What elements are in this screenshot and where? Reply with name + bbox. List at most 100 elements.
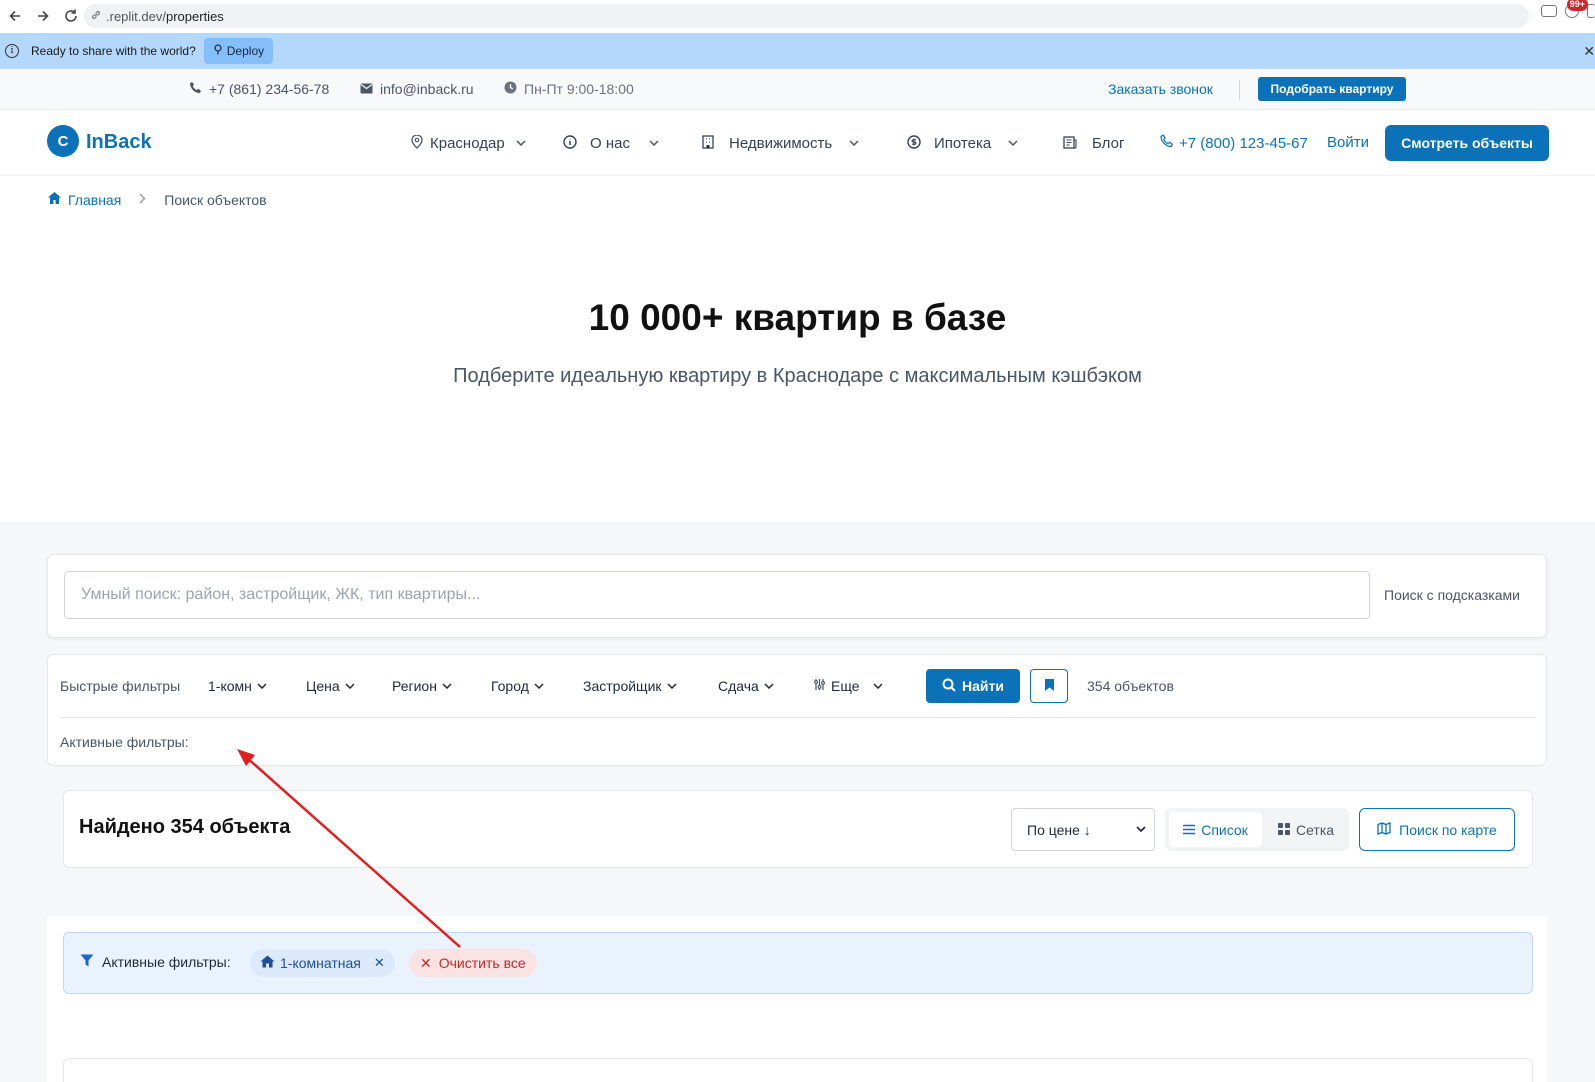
view-grid-label: Сетка [1295,821,1335,838]
nav-about-label: О нас [590,135,630,152]
info-icon [563,135,577,152]
filter-rooms-dropdown[interactable]: 1-комн [208,669,267,703]
nav-about[interactable]: О нас [563,135,659,152]
smart-search-input[interactable]: Умный поиск: район, застройщик, ЖК, тип … [64,571,1370,619]
filter-region-dropdown[interactable]: Регион [392,669,452,703]
filter-more-label: Еще [831,678,860,694]
chevron-down-icon [849,138,859,149]
smart-search-card: Умный поиск: район, застройщик, ЖК, тип … [47,554,1547,638]
chevron-down-icon [516,138,526,149]
topbar-email[interactable]: info@inback.ru [360,81,474,97]
close-icon[interactable]: ✕ [1583,43,1595,60]
active-filters-label: Активные фильтры: [60,734,189,750]
clear-all-label: Очистить все [438,955,526,971]
dollar-icon [907,135,921,152]
chevron-down-icon [534,681,544,692]
chevron-down-icon [666,681,677,692]
header-phone[interactable]: +7 (800) 123-45-67 [1160,134,1308,152]
deploy-label: Deploy [226,44,265,58]
results-header-card: Найдено 354 объекта По цене ↓ Список Сет… [63,790,1533,868]
address-bar[interactable]: .replit.dev/properties [84,4,1529,28]
chevron-down-icon [442,681,452,692]
remove-filter-icon[interactable]: ✕ [374,955,385,971]
topbar-divider [1239,80,1240,100]
home-icon [47,191,62,208]
filter-city-dropdown[interactable]: Город [491,669,544,703]
extension-icons: 99+ [1541,0,1595,18]
logo-text[interactable]: InBack [86,131,152,154]
quick-filters-card: Быстрые фильтры 1-комн Цена Регион Город… [47,654,1547,766]
deploy-banner: i Ready to share with the world? Deploy … [0,33,1595,69]
view-grid-button[interactable]: Сетка [1269,812,1343,847]
callback-link[interactable]: Заказать звонок [1108,81,1213,97]
chevron-down-icon [764,681,774,692]
extension-icon[interactable]: 99+ [1565,0,1588,18]
nav-realty[interactable]: Недвижимость [702,135,859,152]
quick-filters-row: Быстрые фильтры 1-комн Цена Регион Город… [60,669,1536,703]
nav-blog[interactable]: Блог [1063,135,1124,152]
map-search-label: Поиск по карте [1399,821,1497,838]
blog-icon [1063,135,1077,152]
pick-apartment-button[interactable]: Подобрать квартиру [1258,77,1406,101]
cast-icon[interactable] [1541,5,1557,17]
filter-rooms-label: 1-комн [208,678,252,694]
filter-chip-rooms[interactable]: 1-комнатная ✕ [250,949,395,977]
sort-select[interactable]: По цене ↓ [1011,808,1155,851]
nav-mortgage[interactable]: Ипотека [907,135,1018,152]
grid-icon [1277,822,1290,838]
panel-icon[interactable] [1587,4,1595,18]
view-list-button[interactable]: Список [1169,812,1262,847]
filters-divider [60,717,1536,718]
breadcrumb: Главная Поиск объектов [47,191,267,208]
breadcrumb-home-label: Главная [68,191,122,208]
breadcrumb-current: Поиск объектов [164,191,267,208]
property-list-card [63,1058,1533,1082]
chevron-down-icon [649,138,659,149]
filter-city-label: Город [491,678,529,694]
filter-price-dropdown[interactable]: Цена [306,669,355,703]
filter-more-dropdown[interactable]: Еще [813,669,883,703]
reload-icon[interactable] [58,3,84,29]
chevron-down-icon [872,681,883,692]
list-icon [1183,822,1196,838]
banner-text: Ready to share with the world? [31,44,196,58]
map-search-button[interactable]: Поиск по карте [1359,808,1515,851]
breadcrumb-home[interactable]: Главная [47,191,121,208]
hero-title: 10 000+ квартир в базе [588,297,1007,338]
home-icon [260,955,275,971]
chevron-down-icon [1008,138,1018,149]
map-icon [1377,821,1391,838]
topbar-phone-text: +7 (861) 234-56-78 [209,81,330,97]
mail-icon [360,82,373,97]
view-objects-button[interactable]: Смотреть объекты [1385,125,1549,161]
nav-blog-label: Блог [1092,135,1125,152]
clear-all-filters-button[interactable]: ✕ Очистить все [409,949,537,977]
close-icon: ✕ [420,954,432,971]
login-link[interactable]: Войти [1327,134,1369,151]
active-filters-bar: Активные фильтры: 1-комнатная ✕ ✕ Очисти… [63,932,1533,994]
filter-developer-dropdown[interactable]: Застройщик [583,669,677,703]
deploy-button[interactable]: Deploy [203,38,274,64]
logo-icon[interactable]: C [47,125,79,157]
nav-realty-label: Недвижимость [729,135,833,152]
search-hint: Поиск с подсказками [1384,587,1520,603]
url-prefix: .replit.dev/ [106,8,166,24]
view-list-label: Список [1201,821,1248,838]
phone-icon [1160,134,1174,152]
filter-chip-rooms-label: 1-комнатная [280,955,361,971]
find-button-label: Найти [962,678,1004,694]
forward-icon[interactable] [30,3,56,29]
building-icon [702,135,714,152]
save-search-button[interactable] [1030,669,1068,703]
chevron-down-icon [257,681,267,692]
find-button[interactable]: Найти [926,669,1020,703]
filter-delivery-dropdown[interactable]: Сдача [718,669,774,703]
nav-city-label: Краснодар [430,135,505,152]
sliders-icon [813,678,826,694]
topbar-hours: Пн-Пт 9:00-18:00 [504,81,634,97]
phone-icon [189,81,202,97]
topbar-phone[interactable]: +7 (861) 234-56-78 [189,81,329,97]
back-icon[interactable] [2,3,28,29]
filter-delivery-label: Сдача [718,678,759,694]
nav-city[interactable]: Краснодар [411,134,526,152]
